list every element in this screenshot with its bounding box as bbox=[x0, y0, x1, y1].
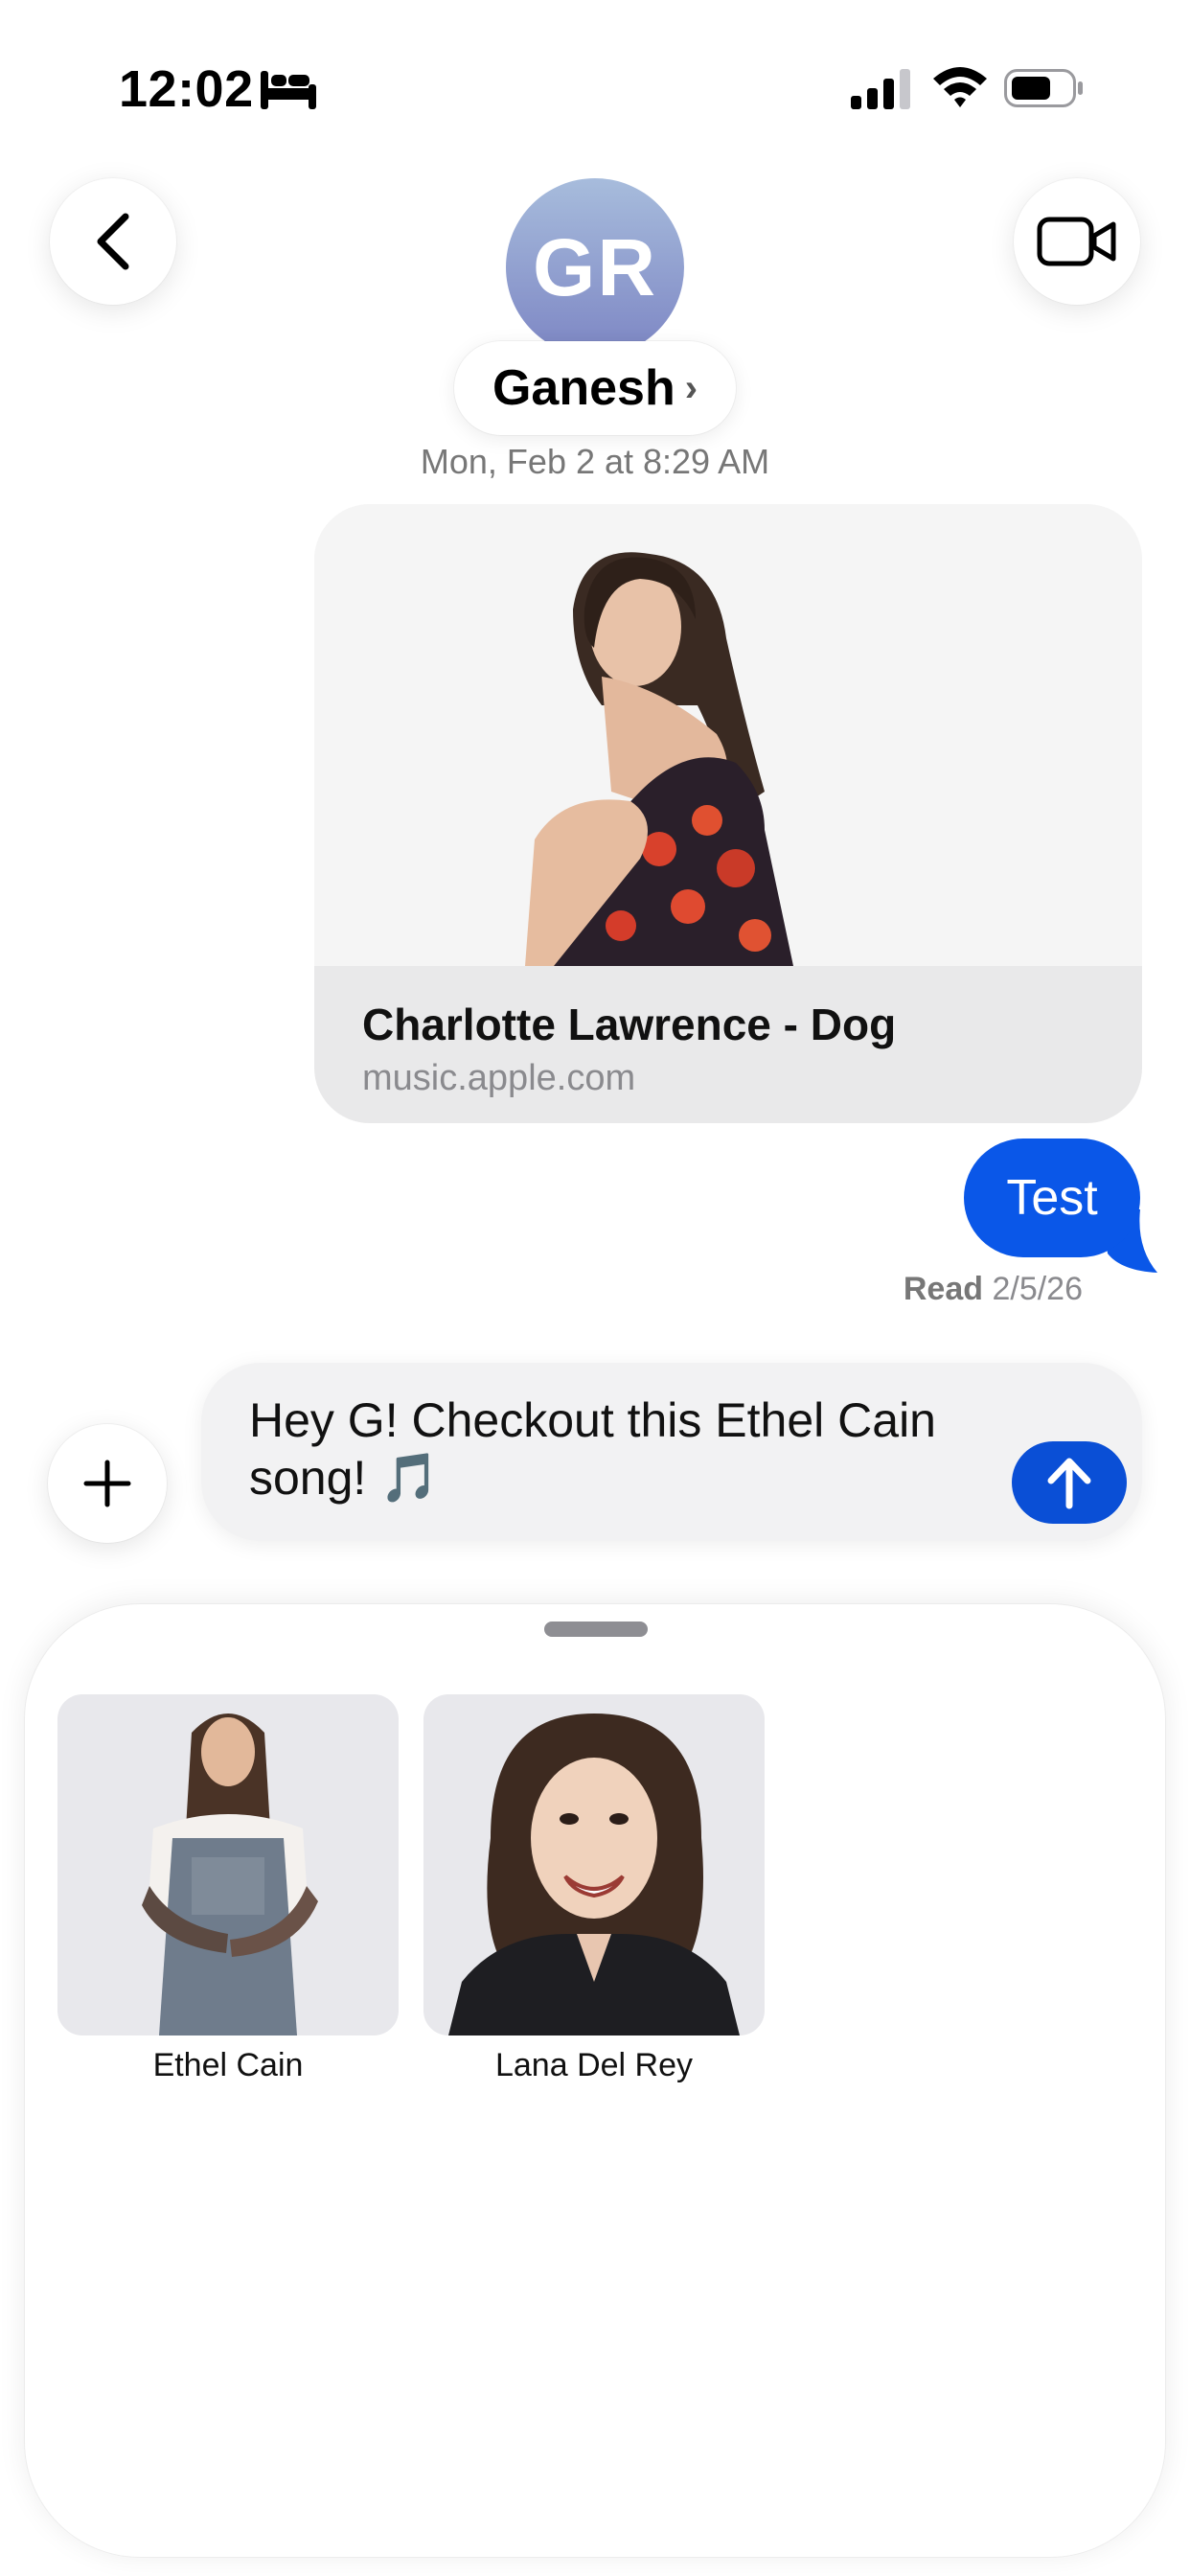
person-photo bbox=[525, 552, 793, 966]
contact-avatar[interactable]: GR bbox=[506, 178, 684, 356]
read-label: Read bbox=[903, 1271, 984, 1307]
back-button[interactable] bbox=[50, 178, 176, 305]
chevron-right-icon: › bbox=[684, 366, 698, 409]
artist-photo bbox=[142, 1714, 318, 2036]
chevron-left-icon bbox=[97, 213, 129, 270]
battery-icon bbox=[1004, 69, 1083, 107]
cellular-signal-icon bbox=[851, 69, 910, 109]
album-artwork-image bbox=[314, 504, 1142, 966]
artist-card-lana-del-rey[interactable] bbox=[423, 1694, 765, 2036]
facetime-video-button[interactable] bbox=[1014, 178, 1140, 305]
artist-card-ethel-cain[interactable] bbox=[57, 1694, 399, 2036]
sheet-grabber[interactable] bbox=[544, 1622, 648, 1637]
sent-message-bubble[interactable]: Test bbox=[964, 1138, 1140, 1257]
arrow-up-icon bbox=[1047, 1458, 1091, 1509]
plus-icon bbox=[83, 1460, 131, 1507]
link-preview-card[interactable]: Charlotte Lawrence - Dog music.apple.com bbox=[314, 504, 1142, 1123]
link-preview-domain: music.apple.com bbox=[362, 1058, 636, 1098]
message-input[interactable]: Hey G! Checkout this Ethel Cain song! 🎵 bbox=[201, 1363, 1142, 1541]
status-time: 12:02 bbox=[119, 60, 254, 118]
artist-photo bbox=[448, 1714, 740, 2036]
contact-name-button[interactable]: Ganesh › bbox=[454, 341, 736, 435]
video-camera-icon bbox=[1037, 217, 1116, 266]
message-timestamp: Mon, Feb 2 at 8:29 AM bbox=[420, 442, 770, 479]
read-receipt: Read 2/5/26 bbox=[904, 1271, 1083, 1308]
bed-icon bbox=[261, 71, 316, 109]
wifi-icon bbox=[933, 67, 987, 107]
suggestions-sheet: Ethel Cain Lana Del Rey bbox=[25, 1604, 1165, 2557]
contact-name: Ganesh bbox=[492, 360, 675, 416]
message-input-text: Hey G! Checkout this Ethel Cain song! 🎵 bbox=[249, 1393, 936, 1505]
link-preview-title: Charlotte Lawrence - Dog bbox=[362, 1000, 897, 1049]
send-button[interactable] bbox=[1012, 1441, 1127, 1524]
add-attachment-button[interactable] bbox=[48, 1424, 167, 1543]
artist-name-ethel-cain: Ethel Cain bbox=[152, 2047, 304, 2083]
artist-name-lana-del-rey: Lana Del Rey bbox=[494, 2047, 693, 2083]
link-preview-footer: Charlotte Lawrence - Dog music.apple.com bbox=[314, 966, 1142, 1123]
read-date: 2/5/26 bbox=[992, 1271, 1083, 1307]
